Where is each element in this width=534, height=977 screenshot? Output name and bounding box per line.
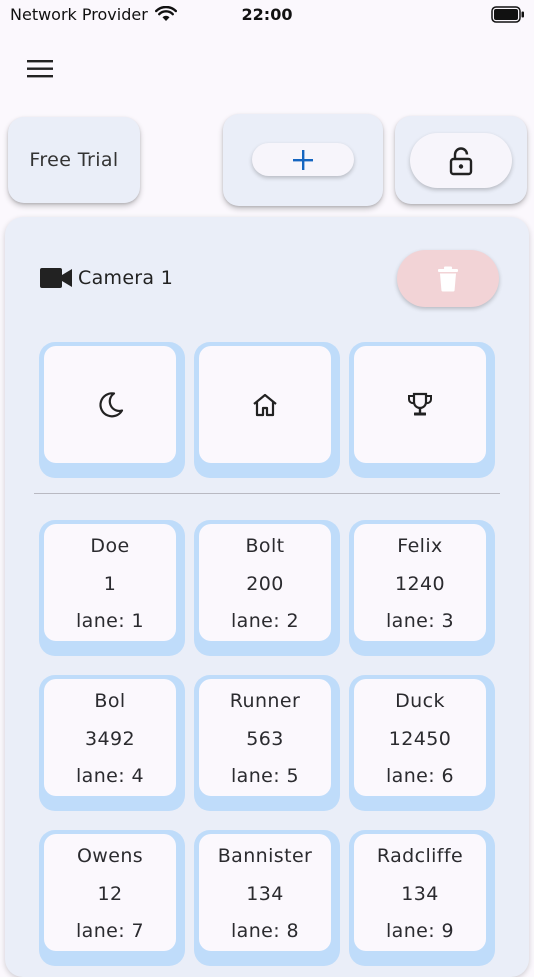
racer-value: 134	[246, 882, 284, 905]
camera-title: Camera 1	[78, 267, 174, 289]
racer-tile-face: Bannister 134 lane: 8	[199, 834, 331, 951]
racer-tile-face: Bol 3492 lane: 4	[44, 679, 176, 796]
trophy-icon	[408, 392, 432, 415]
racer-lane: lane: 4	[76, 765, 144, 787]
racer-name: Felix	[397, 535, 443, 557]
racer-name: Bolt	[245, 535, 285, 557]
racer-lane: lane: 8	[231, 920, 299, 942]
racer-tile-face: Doe 1 lane: 1	[44, 524, 176, 641]
add-camera-button[interactable]	[252, 143, 354, 176]
racer-tile-face: Felix 1240 lane: 3	[354, 524, 486, 641]
unlock-button[interactable]	[410, 133, 512, 188]
racer-name: Doe	[90, 535, 130, 557]
lock-card	[395, 116, 527, 204]
home-icon	[253, 393, 277, 416]
racer-tile[interactable]: Doe 1 lane: 1	[39, 520, 185, 656]
racer-tile-face: Owens 12 lane: 7	[44, 834, 176, 951]
racer-tile-face: Bolt 200 lane: 2	[199, 524, 331, 641]
status-bar: Network Provider 22:00	[0, 0, 534, 30]
racer-tile[interactable]: Bol 3492 lane: 4	[39, 675, 185, 811]
racer-value: 134	[401, 882, 439, 905]
racer-name: Radcliffe	[376, 845, 464, 867]
hamburger-menu-icon	[27, 60, 53, 78]
racer-tile[interactable]: Radcliffe 134 lane: 9	[349, 830, 495, 966]
racer-name: Bol	[94, 690, 126, 712]
plus-icon	[293, 149, 313, 170]
racer-lane: lane: 9	[386, 920, 454, 942]
delete-camera-button[interactable]	[397, 250, 499, 307]
racer-name: Duck	[395, 690, 445, 712]
camera-panel: Camera 1 Doe 1 lane: 1 Bolt 200 lane: 2 …	[5, 217, 529, 977]
trash-icon	[438, 266, 458, 291]
videocam-icon	[40, 268, 72, 288]
free-trial-button[interactable]: Free Trial	[8, 117, 140, 203]
racer-name: Bannister	[217, 845, 313, 867]
racer-value: 1240	[395, 572, 445, 595]
camera-header: Camera 1	[39, 267, 173, 289]
mode-trophy-button[interactable]	[349, 342, 495, 478]
divider	[34, 493, 500, 494]
racer-value: 12450	[388, 727, 452, 750]
racer-tile[interactable]: Runner 563 lane: 5	[194, 675, 340, 811]
racer-lane: lane: 6	[386, 765, 454, 787]
unlock-icon	[449, 146, 473, 175]
racer-name: Runner	[229, 690, 301, 712]
racer-tile[interactable]: Duck 12450 lane: 6	[349, 675, 495, 811]
racer-value: 1	[103, 572, 117, 595]
racer-tile[interactable]: Bannister 134 lane: 8	[194, 830, 340, 966]
mode-tile-face	[44, 346, 176, 463]
free-trial-label: Free Trial	[29, 149, 119, 171]
racer-value: 3492	[85, 727, 135, 750]
clock-time: 22:00	[241, 5, 293, 24]
menu-button[interactable]	[22, 52, 58, 86]
mode-tile-face	[354, 346, 486, 463]
racer-tile-face: Runner 563 lane: 5	[199, 679, 331, 796]
racer-lane: lane: 5	[231, 765, 299, 787]
racer-value: 563	[246, 727, 284, 750]
racer-name: Owens	[76, 845, 144, 867]
racer-tile[interactable]: Bolt 200 lane: 2	[194, 520, 340, 656]
mode-night-button[interactable]	[39, 342, 185, 478]
mode-tile-face	[199, 346, 331, 463]
add-card	[223, 114, 383, 206]
racer-lane: lane: 3	[386, 610, 454, 632]
racer-lane: lane: 2	[231, 610, 299, 632]
racer-tile[interactable]: Felix 1240 lane: 3	[349, 520, 495, 656]
racer-tile[interactable]: Owens 12 lane: 7	[39, 830, 185, 966]
mode-home-button[interactable]	[194, 342, 340, 478]
racer-lane: lane: 7	[76, 920, 144, 942]
moon-icon	[99, 391, 124, 417]
racer-value: 12	[97, 882, 123, 905]
racer-tile-face: Radcliffe 134 lane: 9	[354, 834, 486, 951]
racer-tile-face: Duck 12450 lane: 6	[354, 679, 486, 796]
racer-lane: lane: 1	[76, 610, 144, 632]
racer-value: 200	[246, 572, 284, 595]
battery-icon	[491, 6, 524, 23]
